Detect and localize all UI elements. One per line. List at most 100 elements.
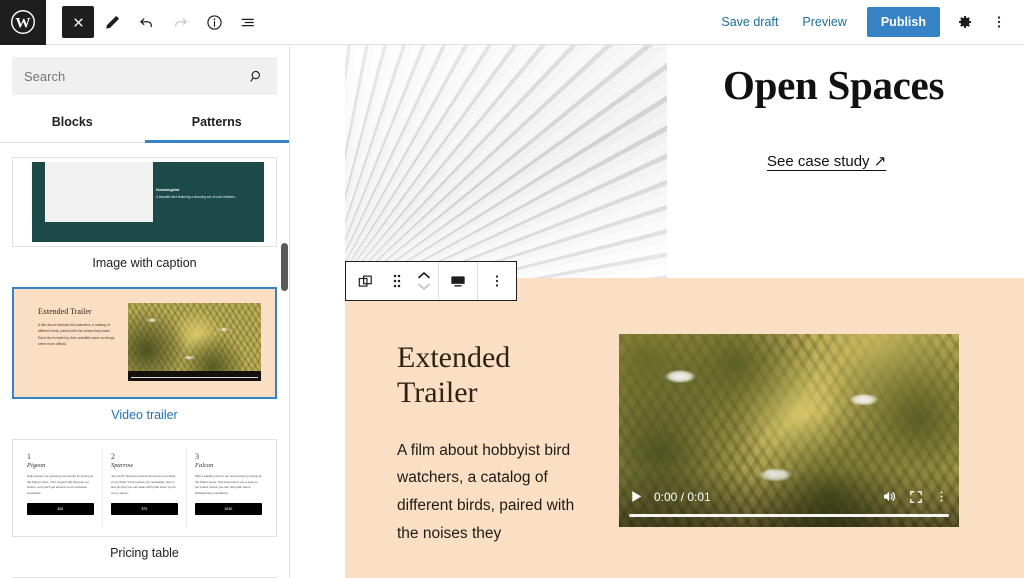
video-menu-button[interactable] [934,489,949,504]
preview-image-with-caption: Hummingbird A beautiful bird featuring a… [13,158,276,246]
info-circle-icon [206,14,222,30]
pattern-preview-frame[interactable]: Hummingbird A beautiful bird featuring a… [12,157,277,247]
video-time-display: 0:00 / 0:01 [654,489,711,504]
six-dots-drag-icon [393,274,401,288]
preview-caption-text: A beautiful bird featuring a stunning se… [156,195,236,199]
save-draft-button[interactable]: Save draft [711,9,788,35]
inserter-scrollbar[interactable] [281,243,288,291]
pricing-description: Join at the Sparrow level and become a m… [111,474,176,495]
pricing-number: 3 [195,452,199,461]
undo-button[interactable] [130,6,162,38]
three-dots-vertical-icon [940,491,943,502]
preview-photo [45,162,153,222]
see-case-study-label: See case study [767,153,870,171]
preview-video-controls [128,371,261,381]
external-arrow-icon: ↗ [873,153,887,171]
list-view-button[interactable] [232,6,264,38]
block-type-cover-button[interactable] [346,262,384,300]
wordpress-logo-icon[interactable]: W [0,0,46,45]
details-button[interactable] [198,6,230,38]
abstract-curves-image [345,45,667,278]
birds-wallpaper-image [128,303,261,381]
search-icon [248,68,265,85]
redo-button[interactable] [164,6,196,38]
move-block-buttons[interactable] [410,262,438,300]
align-full-width-button[interactable] [439,262,477,300]
see-case-study-link[interactable]: See case study ↗ [767,152,886,170]
video-progress-bar[interactable] [629,514,949,517]
settings-button[interactable] [950,7,980,37]
pattern-preview-frame[interactable]: Extended Trailer A film about hobbyist b… [12,287,277,399]
preview-video-thumbnail [128,303,261,381]
drag-handle-button[interactable] [384,262,410,300]
pattern-label: Image with caption [92,256,197,270]
pattern-list[interactable]: Hummingbird A beautiful bird featuring a… [0,143,289,578]
undo-arrow-icon [139,17,152,27]
redo-arrow-icon [174,17,187,27]
pricing-number: 2 [111,452,115,461]
fullscreen-corners-icon [910,490,922,503]
search-box[interactable] [12,57,277,95]
edit-tool-button[interactable] [96,6,128,38]
full-width-screen-icon [451,276,465,287]
cover-image[interactable] [345,45,667,278]
close-inserter-button[interactable] [62,6,94,38]
list-view-icon [241,18,254,26]
pattern-item-pricing-table[interactable]: 1 Pigeon Help support our growing commun… [12,439,277,563]
chevron-up-icon [418,272,430,279]
block-toolbar[interactable] [345,261,517,301]
preview-caption-title: Hummingbird [156,188,180,192]
publish-button[interactable]: Publish [866,7,940,37]
three-dots-vertical-icon [997,16,1001,28]
editor-body: Blocks Patterns Hummingbird A beautiful … [0,45,1024,578]
block-inserter-panel: Blocks Patterns Hummingbird A beautiful … [0,45,290,578]
search-input[interactable] [24,68,248,84]
pattern-item-video-trailer[interactable]: Extended Trailer A film about hobbyist b… [12,287,277,425]
header-tool-group [46,6,264,38]
preview-body: A film about hobbyist bird watchers, a c… [38,323,115,347]
extended-trailer-block[interactable]: Extended Trailer A film about hobbyist b… [345,278,1024,578]
pricing-column: 1 Pigeon Help support our growing commun… [19,448,102,528]
pricing-price-button: $75 [111,503,178,516]
cover-block[interactable]: Open Spaces See case study ↗ [345,45,1024,278]
more-options-button[interactable] [984,7,1014,37]
editor-canvas[interactable]: Open Spaces See case study ↗ Extended Tr… [290,45,1024,578]
page-title: Open Spaces [723,62,945,108]
block-toolbar-group-align [439,262,478,300]
pricing-column: 2 Sparrow Join at the Sparrow level and … [102,448,186,528]
pricing-column: 3 Falcon Play a leading role for our com… [186,448,270,528]
tab-blocks[interactable]: Blocks [0,105,145,143]
pencil-icon [105,15,119,28]
play-triangle-icon [632,491,642,502]
chevron-down-icon [418,283,430,290]
block-options-button[interactable] [478,262,516,300]
editor-header: W Save draft Preview Publish [0,0,1024,45]
pricing-name: Sparrow [111,462,134,469]
pricing-name: Falcon [195,462,214,469]
preview-video-trailer: Extended Trailer A film about hobbyist b… [14,289,275,397]
wordpress-block-editor: W Save draft Preview Publish Search Bloc… [0,0,1024,578]
video-play-button[interactable] [629,489,644,504]
block-toolbar-group-options [478,262,516,300]
inserter-tabs: Blocks Patterns [0,105,289,143]
trailer-heading[interactable]: Extended Trailer [397,340,579,411]
video-fullscreen-button[interactable] [908,489,924,505]
tab-patterns[interactable]: Patterns [144,105,289,143]
pattern-item-image-with-caption[interactable]: Hummingbird A beautiful bird featuring a… [12,157,277,273]
pricing-name: Pigeon [27,462,46,469]
svg-text:W: W [15,14,30,31]
trailer-body[interactable]: A film about hobbyist bird watchers, a c… [397,437,579,547]
preview-text-column: Extended Trailer A film about hobbyist b… [38,303,116,387]
trailer-video-player[interactable]: 0:00 / 0:01 [619,334,959,527]
pricing-price-button: $150 [195,503,262,516]
video-volume-button[interactable] [881,488,898,505]
pricing-price-button: $25 [27,503,94,516]
three-dots-vertical-icon [495,275,499,287]
preview-caption: Hummingbird A beautiful bird featuring a… [156,188,258,200]
preview-button[interactable]: Preview [792,9,856,35]
pricing-description: Help support our growing community by jo… [27,474,93,495]
pattern-preview-frame[interactable]: 1 Pigeon Help support our growing commun… [12,439,277,537]
close-x-icon [73,17,83,27]
video-controls-bar: 0:00 / 0:01 [619,469,959,527]
block-toolbar-group-primary [346,262,439,300]
